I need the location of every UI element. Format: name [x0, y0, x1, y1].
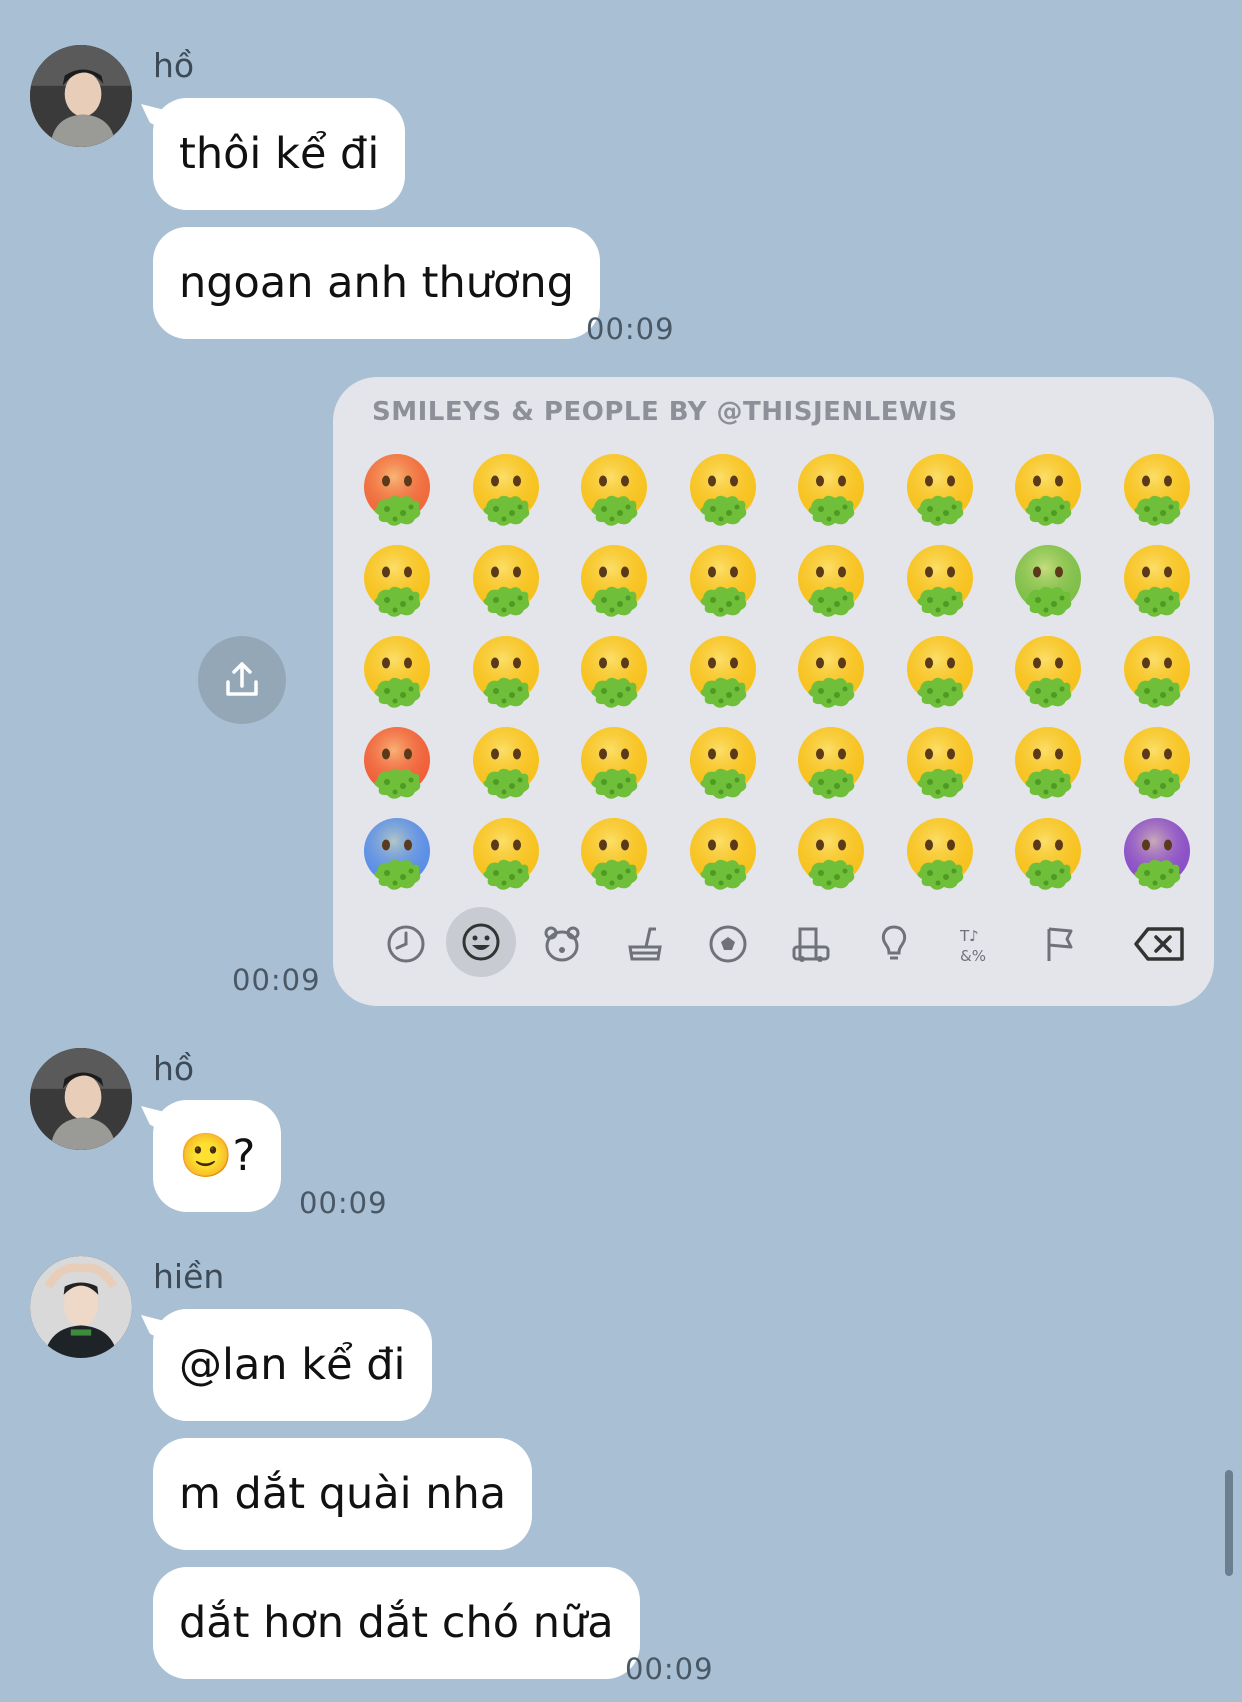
message-bubble[interactable]: dắt hơn dắt chó nữa: [153, 1567, 640, 1679]
building-icon: [792, 927, 830, 962]
vomit-emoji-icon: [683, 449, 763, 529]
avatar-ho[interactable]: [30, 1048, 132, 1150]
message-bubble[interactable]: @lan kể đi: [153, 1309, 432, 1421]
vomit-emoji-icon: [357, 722, 437, 802]
vomit-emoji-icon: [466, 540, 546, 620]
vomit-emoji-icon: [1117, 722, 1197, 802]
vomit-emoji-icon: [466, 449, 546, 529]
message-bubble[interactable]: ngoan anh thương: [153, 227, 600, 339]
vomit-emoji-icon: [357, 540, 437, 620]
vomit-emoji-icon: [683, 813, 763, 893]
bulb-icon: [881, 925, 907, 960]
vomit-emoji-icon: [900, 631, 980, 711]
vomit-emoji-icon: [1008, 540, 1088, 620]
message-time: 00:09: [586, 312, 675, 346]
vomit-emoji-icon: [574, 722, 654, 802]
vomit-emoji-icon: [1117, 449, 1197, 529]
tab-recent[interactable]: [373, 911, 439, 977]
share-icon: [226, 662, 258, 696]
svg-text:&%: &%: [960, 947, 986, 965]
vomit-emoji-icon: [1008, 813, 1088, 893]
tab-smileys[interactable]: [446, 907, 516, 977]
backspace-icon: [1134, 927, 1184, 961]
message-bubble[interactable]: thôi kể đi: [153, 98, 406, 210]
vomit-emoji-icon: [900, 722, 980, 802]
avatar-hien[interactable]: [30, 1256, 132, 1358]
sender-name: hồ: [153, 1049, 195, 1088]
vomit-emoji-icon: [1008, 722, 1088, 802]
avatar-ho[interactable]: [30, 45, 132, 147]
message-bubble[interactable]: 🙂?: [153, 1100, 282, 1212]
tab-food[interactable]: [612, 911, 678, 977]
tab-activity[interactable]: [695, 911, 761, 977]
share-button[interactable]: [198, 636, 286, 724]
scrollbar[interactable]: [1225, 1470, 1233, 1576]
vomit-emoji-icon: [683, 540, 763, 620]
vomit-emoji-icon: [1008, 631, 1088, 711]
vomit-emoji-icon: [466, 631, 546, 711]
message-time: 00:09: [625, 1652, 714, 1686]
food-icon: [628, 927, 662, 961]
vomit-emoji-icon: [357, 449, 437, 529]
sticker-title: SMILEYS & PEOPLE BY @THISJENLEWIS: [372, 397, 958, 427]
vomit-emoji-icon: [900, 449, 980, 529]
vomit-emoji-icon: [357, 813, 437, 893]
flag-icon: [1047, 927, 1073, 961]
sender-name: hồ: [153, 46, 195, 85]
animal-icon: [544, 926, 580, 962]
vomit-emoji-icon: [683, 722, 763, 802]
vomit-emoji-icon: [574, 449, 654, 529]
vomit-emoji-icon: [1117, 540, 1197, 620]
vomit-emoji-icon: [357, 631, 437, 711]
recent-icon: [387, 925, 425, 963]
vomit-emoji-icon: [900, 540, 980, 620]
svg-text:T♪: T♪: [959, 927, 979, 945]
vomit-emoji-icon: [574, 813, 654, 893]
vomit-emoji-icon: [791, 813, 871, 893]
vomit-emoji-icon: [791, 722, 871, 802]
tab-animals[interactable]: [529, 911, 595, 977]
vomit-emoji-icon: [900, 813, 980, 893]
vomit-emoji-icon: [466, 813, 546, 893]
backspace-button[interactable]: [1125, 911, 1195, 977]
message-bubble[interactable]: m dắt quài nha: [153, 1438, 533, 1550]
vomit-emoji-icon: [1117, 631, 1197, 711]
symbols-icon: T♪ &%: [959, 927, 986, 965]
vomit-emoji-icon: [1008, 449, 1088, 529]
vomit-emoji-icon: [1117, 813, 1197, 893]
vomit-emoji-icon: [791, 631, 871, 711]
tab-symbols[interactable]: T♪ &%: [944, 911, 1010, 977]
vomit-emoji-icon: [574, 540, 654, 620]
message-time: 00:09: [299, 1186, 388, 1220]
sticker-image[interactable]: SMILEYS & PEOPLE BY @THISJENLEWIS T♪ &%: [333, 377, 1214, 1006]
tab-travel[interactable]: [778, 911, 844, 977]
smiley-icon: [462, 923, 500, 961]
tab-flags[interactable]: [1027, 911, 1093, 977]
message-time: 00:09: [232, 963, 321, 997]
vomit-emoji-icon: [574, 631, 654, 711]
vomit-emoji-icon: [466, 722, 546, 802]
vomit-emoji-icon: [791, 449, 871, 529]
vomit-emoji-icon: [683, 631, 763, 711]
ball-icon: [709, 925, 747, 963]
sender-name: hiền: [153, 1257, 225, 1296]
tab-objects[interactable]: [861, 911, 927, 977]
vomit-emoji-icon: [791, 540, 871, 620]
